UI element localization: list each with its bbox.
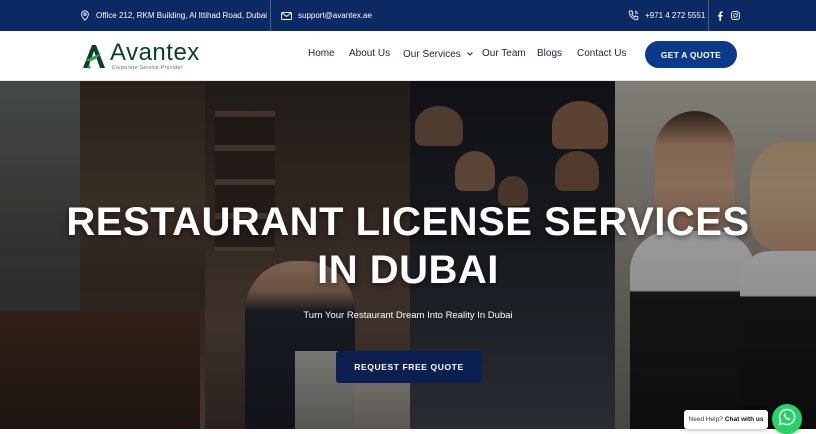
whatsapp-prefix: Need Help?: [688, 416, 723, 423]
top-info-bar: Office 212, RKM Building, Al Ittihad Roa…: [0, 0, 816, 31]
whatsapp-help-label[interactable]: Need Help? Chat with us: [684, 410, 768, 429]
divider: [270, 0, 271, 31]
hero-title-line-1: RESTAURANT LICENSE SERVICES: [66, 200, 750, 244]
phone-item[interactable]: +971 4 272 5551: [628, 0, 705, 31]
nav-contact-us[interactable]: Contact Us: [577, 48, 626, 59]
whatsapp-action: Chat with us: [724, 416, 764, 423]
request-free-quote-button[interactable]: REQUEST FREE QUOTE: [336, 351, 482, 383]
nav-home[interactable]: Home: [308, 48, 335, 59]
get-a-quote-button[interactable]: GET A QUOTE: [645, 41, 737, 68]
instagram-icon[interactable]: [731, 11, 740, 20]
whatsapp-chat-button[interactable]: [772, 404, 802, 434]
facebook-icon[interactable]: [717, 10, 723, 21]
nav-blogs[interactable]: Blogs: [537, 48, 562, 59]
email-item[interactable]: support@avantex.ae: [281, 0, 372, 31]
main-navbar: Avantex Corporate Service Provider Home …: [0, 31, 816, 81]
phone-link[interactable]: +971 4 272 5551: [645, 11, 705, 20]
chevron-down-icon: [466, 48, 473, 59]
location-pin-icon: [80, 10, 90, 21]
whatsapp-icon: [778, 408, 796, 431]
nav-our-team[interactable]: Our Team: [482, 48, 526, 59]
section-divider: [0, 429, 816, 434]
phone-icon: [628, 10, 639, 21]
hero-section: RESTAURANT LICENSE SERVICES IN DUBAI Tur…: [0, 81, 816, 429]
mail-icon: [281, 11, 292, 20]
nav-about-us[interactable]: About Us: [349, 48, 390, 59]
address-text: Office 212, RKM Building, Al Ittihad Roa…: [96, 11, 268, 20]
email-link[interactable]: support@avantex.ae: [298, 11, 372, 20]
hero-subtitle: Turn Your Restaurant Dream Into Reality …: [303, 310, 513, 321]
social-links: [717, 0, 740, 31]
nav-our-services[interactable]: Our Services: [403, 48, 473, 60]
address-item: Office 212, RKM Building, Al Ittihad Roa…: [80, 0, 267, 31]
divider: [708, 0, 709, 31]
hero-title-line-2: IN DUBAI: [317, 248, 499, 292]
nav-our-services-label: Our Services: [403, 49, 461, 60]
